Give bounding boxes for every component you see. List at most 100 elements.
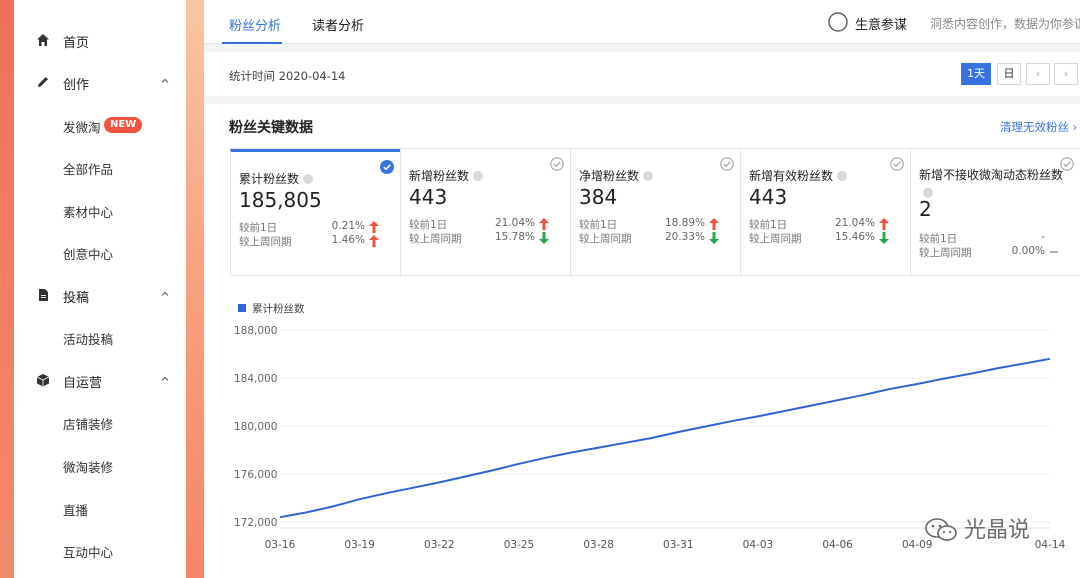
compare-label: 较上周同期 bbox=[409, 233, 462, 245]
brand-slogan: 洞悉内容创作，数据为你参谋 bbox=[930, 17, 1080, 31]
x-tick-label: 03-16 bbox=[265, 539, 296, 551]
compare-row-day: 较前1日 21.04% bbox=[409, 217, 559, 231]
tab-bar: 粉丝分析 读者分析 生意参谋 洞悉内容创作，数据为你参谋 bbox=[204, 0, 1080, 44]
compare-row-week: 较上周同期 15.78% bbox=[409, 231, 559, 245]
x-tick-label: 04-14 bbox=[1035, 539, 1066, 551]
sidebar-item-label: 互动中心 bbox=[63, 545, 114, 560]
cube-icon bbox=[36, 373, 50, 387]
y-tick-label: 176,000 bbox=[234, 469, 277, 481]
metric-title-text: 新增不接收微淘动态粉丝数 bbox=[919, 168, 1064, 182]
dash-icon bbox=[1050, 251, 1058, 253]
sidebar-item-12[interactable]: 互动中心 bbox=[14, 535, 186, 565]
series-line-0 bbox=[279, 357, 1051, 519]
check-icon[interactable] bbox=[550, 157, 564, 171]
sidebar-item-9[interactable]: 店铺装修 bbox=[14, 407, 186, 437]
compare-label: 较上周同期 bbox=[239, 236, 292, 248]
sidebar-item-3[interactable]: 全部作品 bbox=[14, 152, 186, 182]
stat-date-label: 统计时间 2020-04-14 bbox=[229, 69, 346, 83]
sidebar-item-7[interactable]: 活动投稿 bbox=[14, 322, 186, 352]
metric-title-text: 净增粉丝数 bbox=[579, 169, 640, 183]
compare-label: 较前1日 bbox=[749, 219, 788, 231]
compare-value: 15.46% bbox=[834, 231, 875, 243]
sidebar-item-1[interactable]: 创作 bbox=[14, 67, 186, 97]
arrow-down-icon bbox=[709, 232, 719, 244]
x-tick-label: 03-25 bbox=[504, 539, 535, 551]
sidebar-item-label: 创作 bbox=[63, 78, 90, 93]
pencil-icon bbox=[36, 75, 50, 89]
tab-reader-analysis[interactable]: 读者分析 bbox=[312, 15, 364, 34]
sidebar-item-4[interactable]: 素材中心 bbox=[14, 195, 186, 225]
arrow-up-icon bbox=[539, 218, 549, 230]
check-icon[interactable] bbox=[890, 157, 904, 171]
compare-row-day: 较前1日 21.04% bbox=[749, 217, 899, 231]
sidebar-item-5[interactable]: 创意中心 bbox=[14, 237, 186, 267]
range-1-day-button[interactable]: 1天 bbox=[961, 63, 991, 85]
next-date-button[interactable]: › bbox=[1054, 63, 1078, 85]
dash-icon bbox=[1049, 232, 1059, 244]
info-icon[interactable] bbox=[837, 171, 848, 181]
compare-label: 较上周同期 bbox=[919, 247, 972, 259]
x-tick-label: 03-28 bbox=[583, 539, 614, 551]
prev-date-button[interactable]: ‹ bbox=[1026, 63, 1050, 85]
y-tick-label: 188,000 bbox=[234, 325, 277, 337]
info-icon[interactable] bbox=[473, 171, 484, 181]
sidebar-item-label: 首页 bbox=[63, 36, 90, 51]
sidebar-item-8[interactable]: 自运营 bbox=[14, 365, 186, 395]
range-day-button[interactable]: 日 bbox=[997, 63, 1021, 85]
watermark-text: 光晶说 bbox=[964, 518, 1031, 543]
metric-title: 新增有效粉丝数 bbox=[749, 167, 848, 184]
sidebar-item-label: 创意中心 bbox=[63, 247, 114, 262]
info-icon[interactable] bbox=[643, 171, 654, 181]
decorative-frame-left bbox=[0, 0, 14, 578]
wechat-icon bbox=[925, 518, 957, 541]
compare-value: - bbox=[1041, 231, 1045, 243]
metric-title-text: 累计粉丝数 bbox=[239, 172, 300, 186]
metric-card-3[interactable]: 新增有效粉丝数 443 较前1日 21.04% 较上周同期 15.46% bbox=[740, 149, 910, 277]
metric-card-4[interactable]: 新增不接收微淘动态粉丝数 2 较前1日 - 较上周同期 0.00% bbox=[910, 149, 1080, 277]
compass-icon bbox=[828, 12, 848, 32]
metric-value: 185,805 bbox=[239, 188, 322, 212]
metric-value: 2 bbox=[919, 197, 932, 221]
sidebar-item-0[interactable]: 首页 bbox=[14, 25, 186, 55]
tab-fan-analysis[interactable]: 粉丝分析 bbox=[229, 15, 281, 34]
compare-value: 1.46% bbox=[331, 234, 365, 246]
check-icon[interactable] bbox=[1060, 157, 1074, 171]
arrow-up-icon bbox=[369, 221, 379, 233]
compare-value: 0.21% bbox=[331, 220, 365, 232]
arrow-down-icon bbox=[879, 232, 889, 244]
sidebar-item-label: 微淘装修 bbox=[63, 460, 114, 475]
main-content: 粉丝分析 读者分析 生意参谋 洞悉内容创作，数据为你参谋 统计时间 2020-0… bbox=[204, 0, 1080, 578]
check-selected-icon[interactable] bbox=[380, 160, 394, 174]
metric-card-1[interactable]: 新增粉丝数 443 较前1日 21.04% 较上周同期 15.78% bbox=[400, 149, 570, 277]
panel-title: 粉丝关键数据 bbox=[229, 120, 313, 136]
compare-row-week: 较上周同期 0.00% bbox=[919, 245, 1069, 259]
sidebar-item-10[interactable]: 微淘装修 bbox=[14, 450, 186, 480]
x-tick-label: 04-03 bbox=[743, 539, 774, 551]
metric-title: 累计粉丝数 bbox=[239, 170, 314, 187]
chevron-up-icon[interactable] bbox=[160, 76, 170, 86]
metric-value: 443 bbox=[409, 185, 448, 209]
compare-row-week: 较上周同期 20.33% bbox=[579, 231, 729, 245]
metric-value: 443 bbox=[749, 185, 788, 209]
compare-row-day: 较前1日 18.89% bbox=[579, 217, 729, 231]
sidebar-item-6[interactable]: 投稿 bbox=[14, 280, 186, 310]
metric-card-2[interactable]: 净增粉丝数 384 较前1日 18.89% 较上周同期 20.33% bbox=[570, 149, 740, 277]
compare-value: 20.33% bbox=[664, 231, 705, 243]
chevron-up-icon[interactable] bbox=[160, 374, 170, 384]
info-icon[interactable] bbox=[303, 174, 314, 184]
x-tick-label: 03-19 bbox=[344, 539, 375, 551]
metric-title: 新增不接收微淘动态粉丝数 bbox=[919, 166, 1075, 202]
chevron-up-icon[interactable] bbox=[160, 289, 170, 299]
compare-value: 18.89% bbox=[664, 217, 705, 229]
y-tick-label: 184,000 bbox=[234, 373, 277, 385]
sidebar-item-label: 活动投稿 bbox=[63, 332, 114, 347]
sidebar-item-2[interactable]: 发微淘 NEW bbox=[14, 110, 186, 140]
metric-title: 净增粉丝数 bbox=[579, 167, 654, 184]
metric-card-0[interactable]: 累计粉丝数 185,805 较前1日 0.21% 较上周同期 1.46% bbox=[230, 149, 400, 277]
clean-invalid-fans-link[interactable]: 清理无效粉丝 › bbox=[1000, 119, 1077, 135]
compare-value: 0.00% bbox=[1011, 245, 1045, 257]
document-icon bbox=[36, 288, 50, 302]
check-icon[interactable] bbox=[720, 157, 734, 171]
sidebar-item-11[interactable]: 直播 bbox=[14, 493, 186, 523]
compare-row-week: 较上周同期 15.46% bbox=[749, 231, 899, 245]
